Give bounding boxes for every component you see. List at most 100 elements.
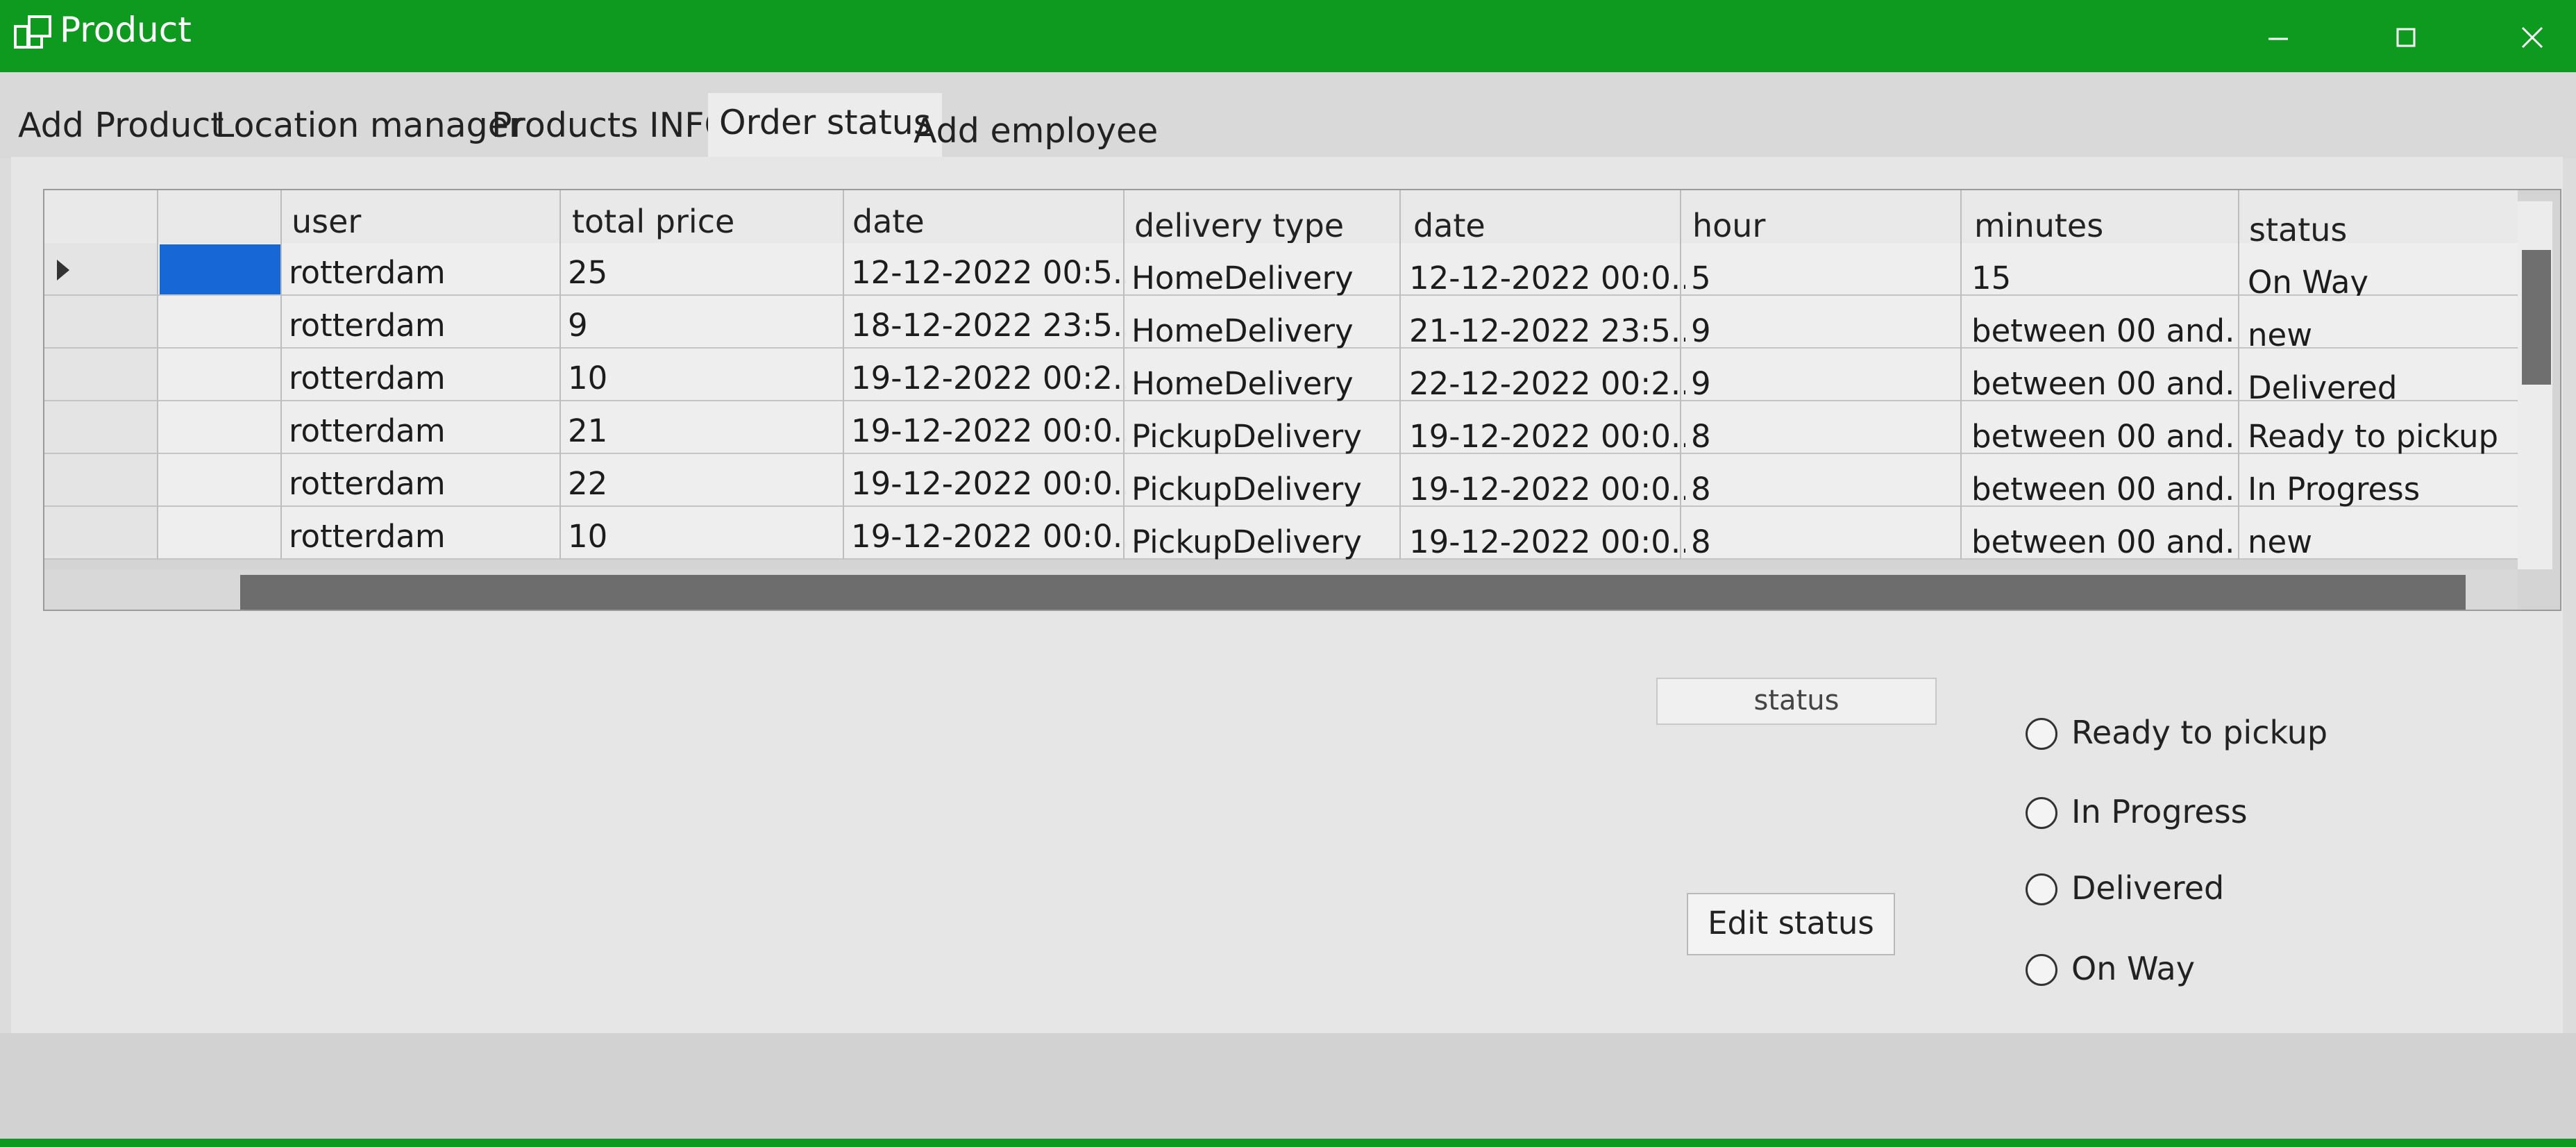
current-row-arrow-icon (57, 260, 69, 281)
column-header-delivery-type[interactable]: delivery type (1134, 207, 1344, 244)
column-divider (2238, 190, 2239, 560)
cell-delivery-type[interactable]: HomeDelivery (1131, 260, 1354, 296)
cell-hour[interactable]: 9 (1691, 365, 1711, 402)
cell-minutes[interactable]: between 00 and... (1971, 365, 2239, 402)
cell-date-2[interactable]: 12-12-2022 00:0... (1409, 260, 1685, 296)
cell-hour[interactable]: 8 (1691, 418, 1711, 455)
table-row[interactable]: rotterdam 25 12-12-2022 00:5... HomeDeli… (44, 243, 2518, 301)
horizontal-scrollbar-thumb[interactable] (240, 575, 2466, 610)
tab-strip: Add Product Location manager Products IN… (0, 72, 2576, 158)
cell-user[interactable]: rotterdam (289, 465, 446, 502)
cell-status[interactable]: new (2248, 524, 2312, 560)
cell-delivery-type[interactable]: PickupDelivery (1131, 524, 1362, 560)
status-field[interactable]: status (1656, 678, 1937, 725)
cell-status[interactable]: Ready to pickup (2248, 418, 2498, 455)
table-row[interactable]: rotterdam 21 19-12-2022 00:0... PickupDe… (44, 401, 2518, 455)
cell-hour[interactable]: 8 (1691, 471, 1711, 508)
cell-date-2[interactable]: 19-12-2022 00:0... (1409, 524, 1685, 560)
cell-user[interactable]: rotterdam (289, 307, 446, 344)
app-icon (12, 12, 54, 51)
row-header[interactable] (44, 349, 158, 400)
column-header-date-2[interactable]: date (1413, 207, 1485, 244)
table-row[interactable]: rotterdam 22 19-12-2022 00:0... PickupDe… (44, 454, 2518, 508)
grid-header: user total price date delivery type date… (44, 190, 2518, 249)
cell-user[interactable]: rotterdam (289, 254, 446, 291)
column-divider (280, 190, 282, 560)
cell-hour[interactable]: 9 (1691, 312, 1711, 349)
selected-cell[interactable] (160, 244, 282, 294)
cell-total-price[interactable]: 9 (568, 307, 588, 344)
column-divider (1680, 190, 1681, 560)
column-header-date[interactable]: date (852, 203, 925, 240)
tab-add-employee[interactable]: Add employee (914, 111, 1158, 151)
cell-hour[interactable]: 5 (1691, 260, 1711, 296)
radio-circle-icon[interactable] (2026, 954, 2057, 986)
table-row[interactable]: rotterdam 10 19-12-2022 00:0... PickupDe… (44, 507, 2518, 560)
vertical-scrollbar-thumb[interactable] (2522, 250, 2551, 385)
cell-total-price[interactable]: 10 (568, 360, 607, 396)
row-header[interactable] (44, 454, 158, 505)
column-divider (843, 190, 844, 560)
cell-total-price[interactable]: 22 (568, 465, 607, 502)
column-header-minutes[interactable]: minutes (1974, 207, 2103, 244)
column-divider (1960, 190, 1962, 560)
cell-delivery-type[interactable]: PickupDelivery (1131, 418, 1362, 455)
cell-minutes[interactable]: 15 (1971, 260, 2011, 296)
cell-date-2[interactable]: 21-12-2022 23:5... (1409, 312, 1685, 349)
cell-user[interactable]: rotterdam (289, 518, 446, 555)
cell-date[interactable]: 19-12-2022 00:0... (851, 465, 1126, 502)
radio-label[interactable]: Delivered (2071, 869, 2224, 907)
table-row[interactable]: rotterdam 9 18-12-2022 23:5... HomeDeliv… (44, 296, 2518, 353)
column-header-user[interactable]: user (292, 203, 361, 240)
tab-location-manager[interactable]: Location manager (215, 106, 523, 145)
close-button[interactable] (2511, 17, 2553, 58)
radio-label[interactable]: Ready to pickup (2071, 714, 2327, 751)
maximize-button[interactable] (2385, 17, 2427, 58)
radio-label[interactable]: In Progress (2071, 793, 2248, 830)
cell-status[interactable]: In Progress (2248, 471, 2420, 508)
cell-date[interactable]: 12-12-2022 00:5... (851, 254, 1126, 291)
cell-date[interactable]: 19-12-2022 00:0... (851, 518, 1126, 555)
title-bar[interactable]: Product (0, 0, 2576, 72)
radio-circle-icon[interactable] (2026, 797, 2057, 829)
cell-date-2[interactable]: 19-12-2022 00:0... (1409, 418, 1685, 455)
minimize-button[interactable] (2257, 17, 2299, 58)
cell-total-price[interactable]: 25 (568, 254, 607, 291)
row-header[interactable] (44, 507, 158, 558)
column-divider (157, 190, 158, 560)
cell-hour[interactable]: 8 (1691, 524, 1711, 560)
column-header-total-price[interactable]: total price (572, 203, 734, 240)
cell-delivery-type[interactable]: HomeDelivery (1131, 312, 1354, 349)
column-divider (1399, 190, 1401, 560)
tab-add-product[interactable]: Add Product (18, 106, 224, 145)
edit-status-button[interactable]: Edit status (1687, 893, 1895, 955)
cell-date-2[interactable]: 19-12-2022 00:0... (1409, 471, 1685, 508)
cell-minutes[interactable]: between 00 and... (1971, 312, 2239, 349)
column-divider (559, 190, 561, 560)
table-row[interactable]: rotterdam 10 19-12-2022 00:2... HomeDeli… (44, 349, 2518, 406)
radio-circle-icon[interactable] (2026, 718, 2057, 750)
cell-user[interactable]: rotterdam (289, 360, 446, 396)
cell-date[interactable]: 18-12-2022 23:5... (851, 307, 1126, 344)
radio-circle-icon[interactable] (2026, 873, 2057, 905)
cell-date[interactable]: 19-12-2022 00:2... (851, 360, 1126, 396)
cell-user[interactable]: rotterdam (289, 412, 446, 449)
row-header[interactable] (44, 401, 158, 453)
cell-minutes[interactable]: between 00 and... (1971, 418, 2239, 455)
window-bottom-border (0, 1139, 2576, 1147)
cell-total-price[interactable]: 10 (568, 518, 607, 555)
cell-total-price[interactable]: 21 (568, 412, 607, 449)
column-header-hour[interactable]: hour (1692, 207, 1765, 244)
cell-delivery-type[interactable]: HomeDelivery (1131, 365, 1354, 402)
row-header[interactable] (44, 296, 158, 347)
row-header[interactable] (44, 243, 158, 294)
cell-minutes[interactable]: between 00 and... (1971, 471, 2239, 508)
radio-label[interactable]: On Way (2071, 950, 2195, 987)
column-divider (1123, 190, 1125, 560)
cell-date-2[interactable]: 22-12-2022 00:2... (1409, 365, 1685, 402)
cell-minutes[interactable]: between 00 and... (1971, 524, 2239, 560)
tab-products-info[interactable]: Products INFO (491, 106, 731, 145)
cell-date[interactable]: 19-12-2022 00:0... (851, 412, 1126, 449)
cell-delivery-type[interactable]: PickupDelivery (1131, 471, 1362, 508)
tab-order-status[interactable]: Order status (708, 93, 943, 157)
